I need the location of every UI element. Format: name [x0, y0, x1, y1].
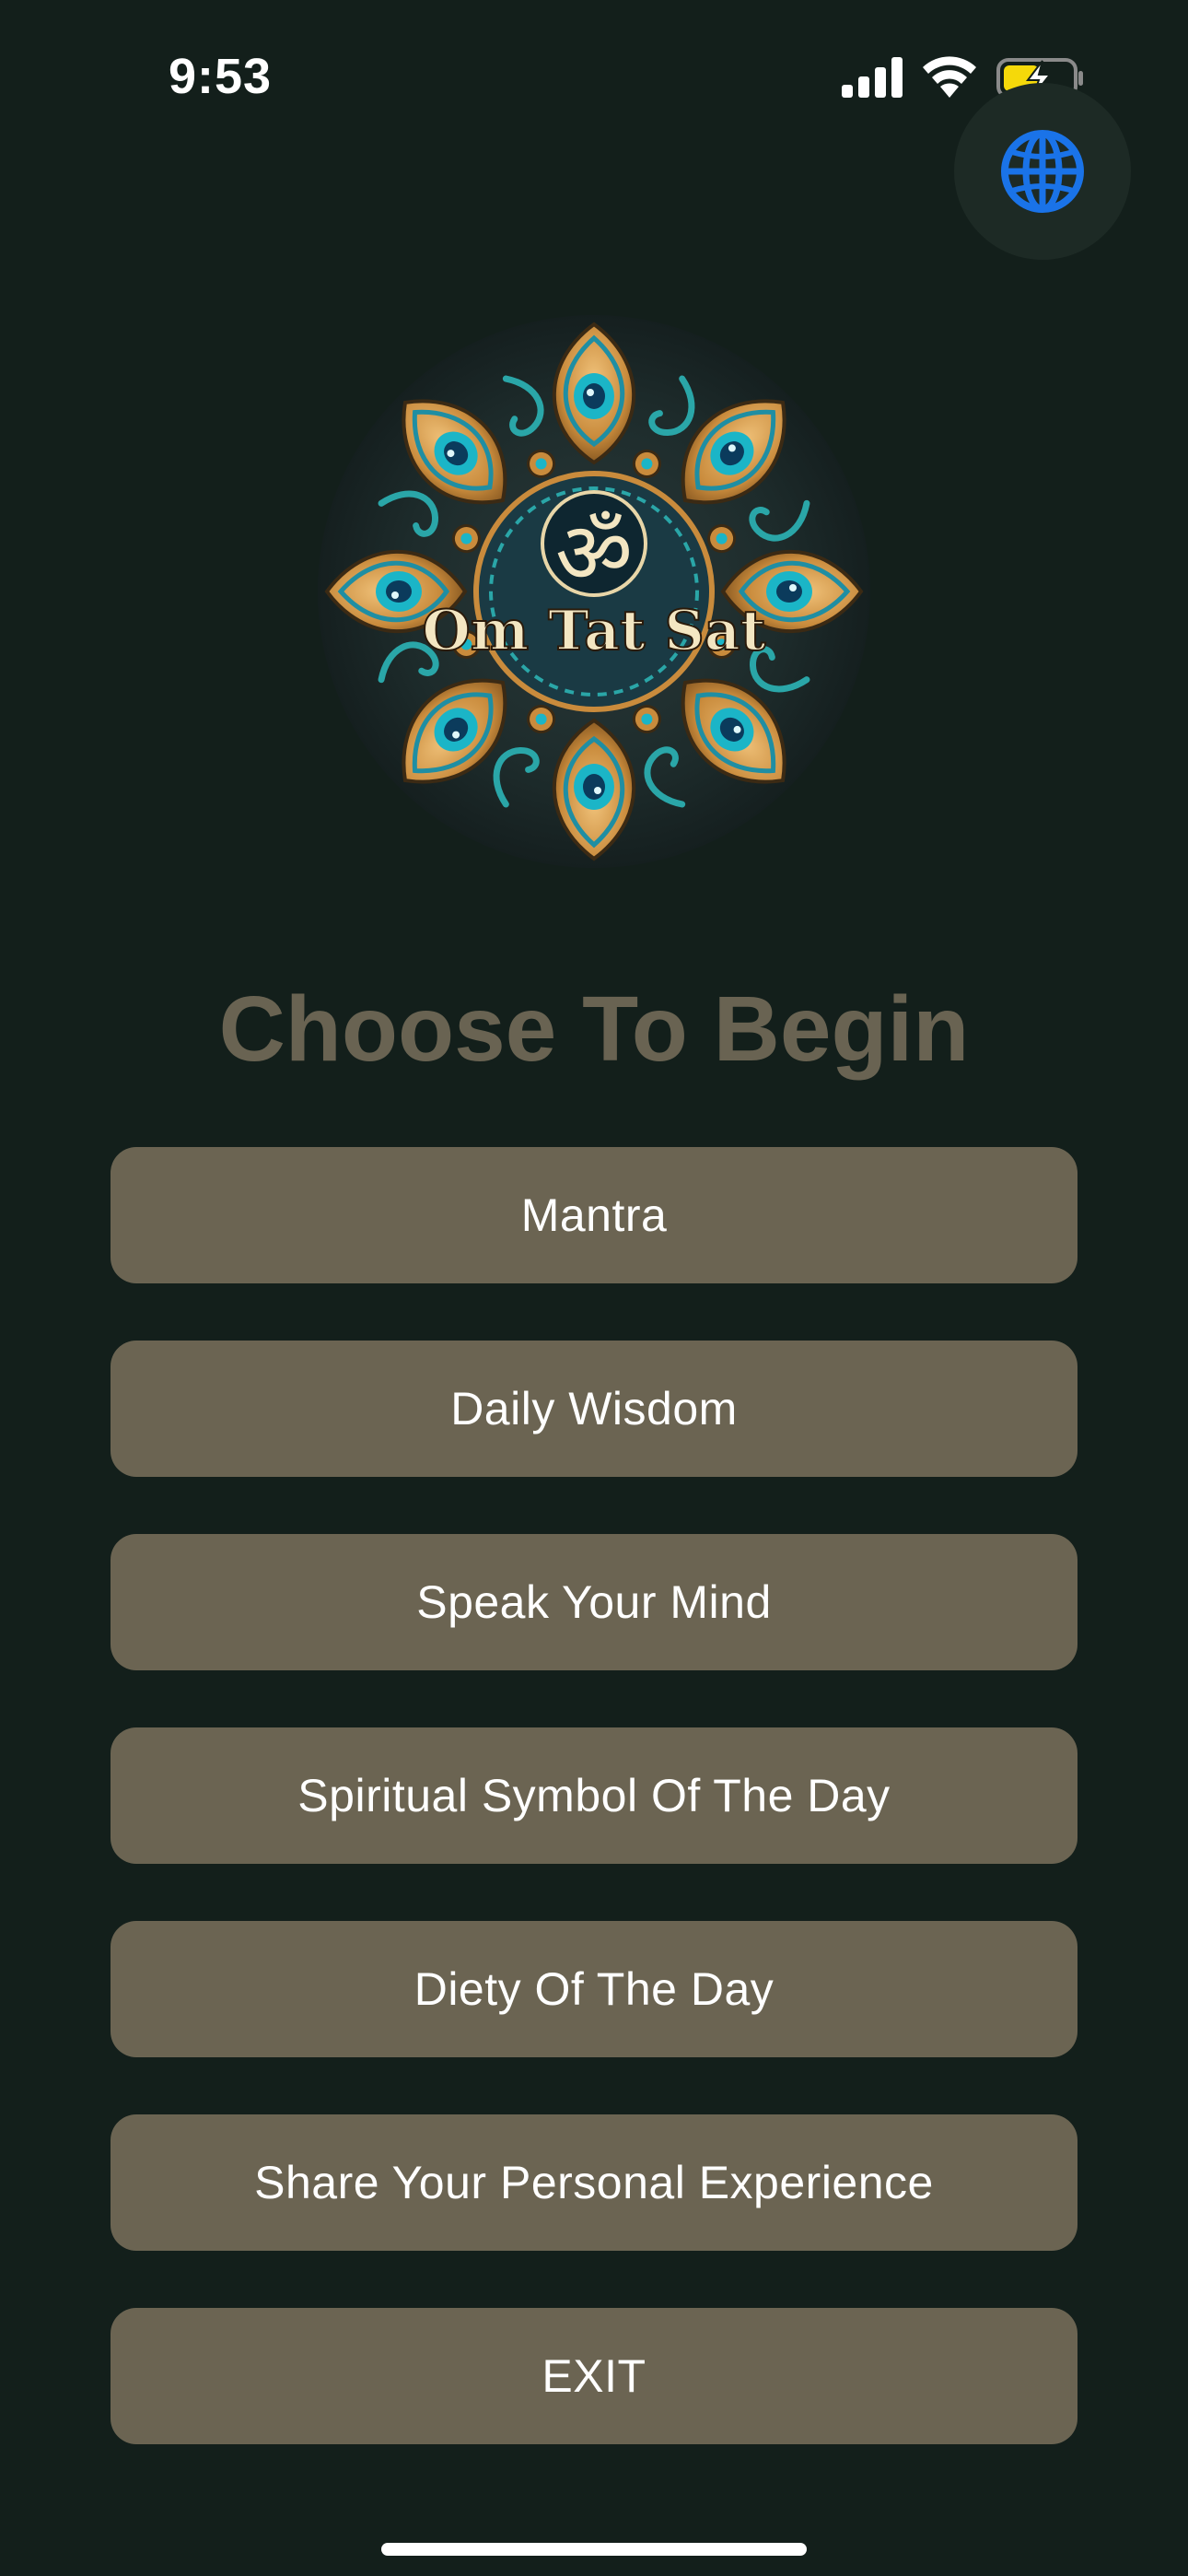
wifi-icon — [923, 56, 976, 98]
speak-your-mind-button[interactable]: Speak Your Mind — [111, 1534, 1077, 1670]
page-title: Choose To Begin — [218, 978, 970, 1081]
diety-of-the-day-button[interactable]: Diety Of The Day — [111, 1921, 1077, 2057]
mantra-button[interactable]: Mantra — [111, 1147, 1077, 1283]
om-tat-sat-logo: ॐ Om Tat Sat — [318, 315, 870, 868]
spiritual-symbol-button[interactable]: Spiritual Symbol Of The Day — [111, 1727, 1077, 1864]
exit-button[interactable]: EXIT — [111, 2308, 1077, 2444]
language-button[interactable] — [954, 83, 1131, 260]
main-menu: Mantra Daily Wisdom Speak Your Mind Spir… — [111, 1147, 1077, 2501]
globe-icon — [1001, 130, 1084, 213]
om-symbol: ॐ — [555, 504, 633, 603]
signal-icon — [842, 57, 903, 98]
share-experience-button[interactable]: Share Your Personal Experience — [111, 2114, 1077, 2251]
home-screen: 9:53 ॐ Om Tat Sat Choose To Begin Mantra… — [0, 0, 1188, 2576]
daily-wisdom-button[interactable]: Daily Wisdom — [111, 1341, 1077, 1477]
home-indicator[interactable] — [381, 2543, 807, 2556]
logo-text: Om Tat Sat — [423, 599, 766, 663]
status-time: 9:53 — [169, 49, 273, 104]
